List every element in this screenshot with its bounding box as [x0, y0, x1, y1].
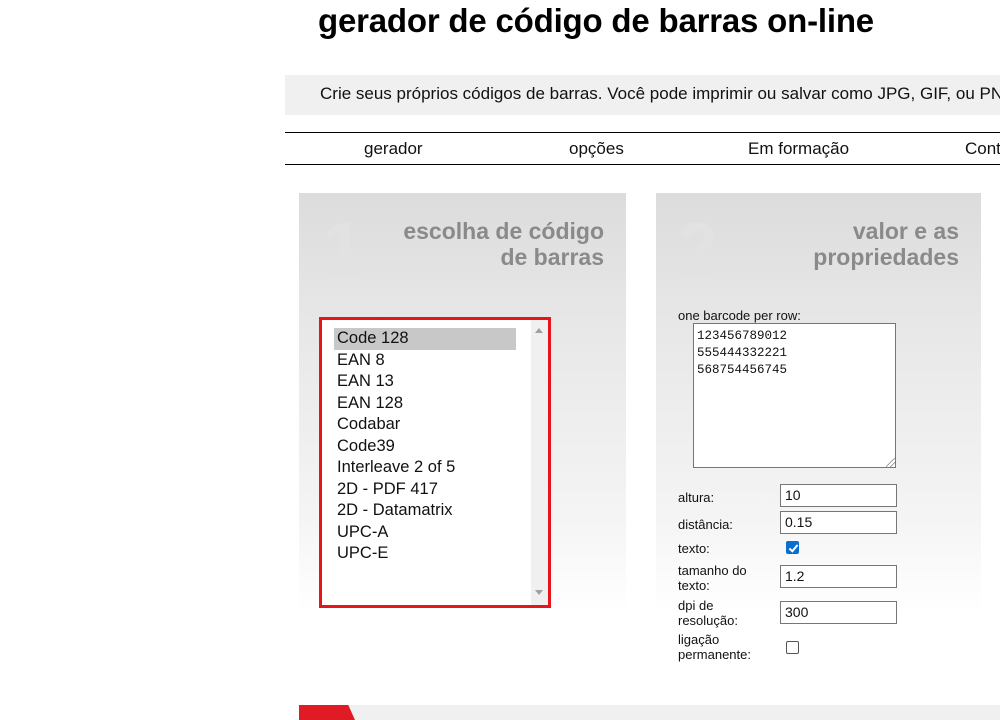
tamanho-label-line2: texto:: [678, 578, 710, 593]
barcode-type-listbox[interactable]: Code 128 EAN 8 EAN 13 EAN 128 Codabar Code39 I…: [334, 328, 516, 565]
barcode-values-textarea[interactable]: 123456789012 555444332221 568754456745: [693, 323, 896, 468]
scroll-up-icon[interactable]: [535, 328, 543, 333]
barcode-option[interactable]: Code 128: [334, 328, 516, 350]
barcode-option[interactable]: EAN 8: [334, 350, 516, 372]
barcode-option[interactable]: EAN 13: [334, 371, 516, 393]
panel2-heading-line2: propriedades: [813, 244, 959, 270]
barcode-option[interactable]: Code39: [334, 436, 516, 458]
tamanho-texto-label: tamanho do texto:: [678, 563, 747, 593]
nav-item-contato[interactable]: Contato: [965, 139, 1000, 159]
barcode-option[interactable]: Codabar: [334, 414, 516, 436]
ligacao-label: ligação permanente:: [678, 632, 751, 662]
panel1-heading-line1: escolha de código: [403, 218, 604, 244]
altura-input[interactable]: 10: [780, 484, 897, 507]
barcode-option[interactable]: 2D - Datamatrix: [334, 500, 516, 522]
resize-grip-icon[interactable]: [886, 458, 895, 467]
nav-item-opcoes[interactable]: opções: [569, 139, 624, 159]
scroll-down-icon[interactable]: [535, 590, 543, 595]
tamanho-label-line1: tamanho do: [678, 563, 747, 578]
panel1-heading-line2: de barras: [500, 244, 604, 270]
texto-label: texto:: [678, 541, 710, 556]
texto-checkbox[interactable]: [786, 541, 799, 554]
tamanho-texto-input[interactable]: 1.2: [780, 565, 897, 588]
barcode-option[interactable]: Interleave 2 of 5: [334, 457, 516, 479]
dpi-label-line2: resolução:: [678, 613, 738, 628]
barcode-option[interactable]: UPC-E: [334, 543, 516, 565]
bottom-section-bar: [299, 705, 1000, 720]
step-number-2: 2: [678, 209, 719, 289]
barcode-option[interactable]: UPC-A: [334, 522, 516, 544]
ligacao-permanente-checkbox[interactable]: [786, 641, 799, 654]
nav-item-gerador[interactable]: gerador: [364, 139, 423, 159]
panel2-heading: valor e as propriedades: [813, 218, 959, 270]
ligacao-label-line2: permanente:: [678, 647, 751, 662]
distancia-input[interactable]: 0.15: [780, 511, 897, 534]
panel2-heading-line1: valor e as: [852, 218, 959, 244]
nav-item-informacao[interactable]: Em formação: [748, 139, 849, 159]
panel1-heading: escolha de código de barras: [403, 218, 604, 270]
barcode-type-select-highlight: Code 128 EAN 8 EAN 13 EAN 128 Codabar Code39 I…: [319, 317, 551, 608]
new-badge: [299, 705, 355, 720]
distancia-label: distância:: [678, 517, 733, 532]
dpi-label-line1: dpi de: [678, 598, 714, 613]
dpi-input[interactable]: 300: [780, 601, 897, 624]
altura-label: altura:: [678, 490, 715, 505]
ligacao-label-line1: ligação: [678, 632, 720, 647]
dpi-label: dpi de resolução:: [678, 598, 738, 628]
listbox-scrollbar[interactable]: [531, 320, 548, 605]
main-nav: gerador opções Em formação Contato: [285, 132, 1000, 165]
rows-label: one barcode per row:: [678, 308, 801, 323]
step-number-1: 1: [323, 209, 364, 289]
page-title: gerador de código de barras on-line: [318, 2, 874, 39]
subtitle-bar: Crie seus próprios códigos de barras. Vo…: [285, 75, 1000, 115]
barcode-option[interactable]: 2D - PDF 417: [334, 479, 516, 501]
barcode-option[interactable]: EAN 128: [334, 393, 516, 415]
subtitle-text: Crie seus próprios códigos de barras. Vo…: [320, 84, 1000, 103]
